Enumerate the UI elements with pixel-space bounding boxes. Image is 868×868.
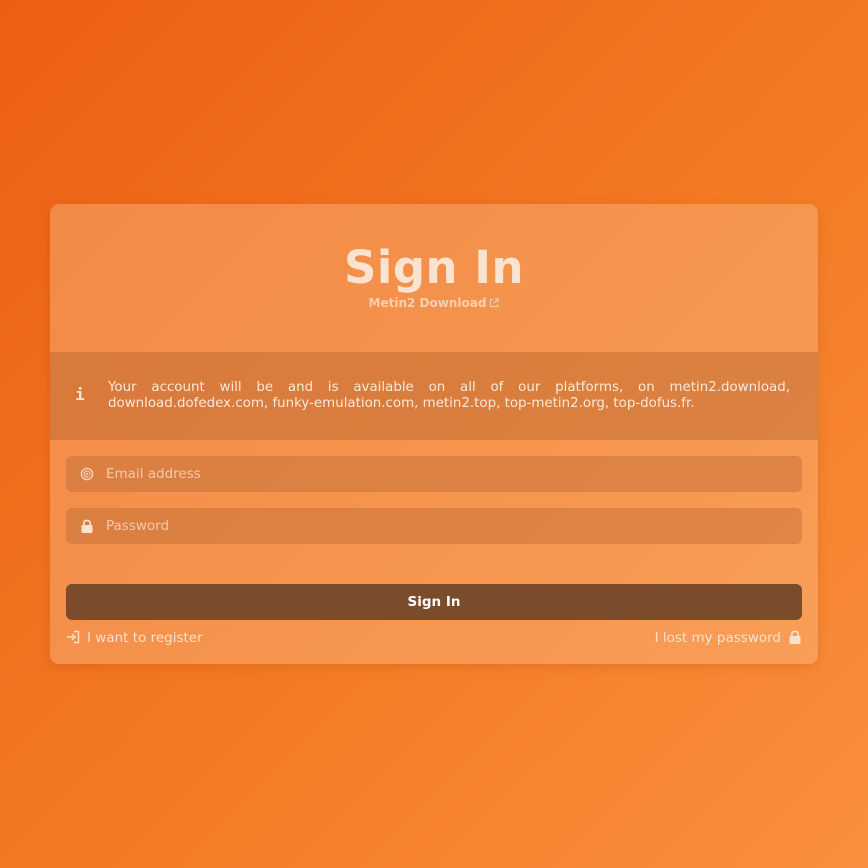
register-link-label: I want to register [87,630,203,646]
sign-in-card: Sign In Metin2 Download i Your account w… [50,204,818,664]
register-link[interactable]: I want to register [66,630,203,646]
info-notice: i Your account will be and is available … [50,352,818,440]
sign-in-icon [67,630,80,644]
lock-icon [789,630,801,644]
info-icon: i [75,385,85,404]
download-link-label: Metin2 Download [368,296,487,310]
notice-text: Your account will be and is available on… [108,380,790,411]
email-field[interactable] [66,456,802,492]
lost-password-link-label: I lost my password [654,630,781,646]
sign-in-button[interactable]: Sign In [66,584,802,620]
lost-password-link[interactable]: I lost my password [655,630,802,646]
download-link[interactable]: Metin2 Download [50,295,818,311]
password-field[interactable] [66,508,802,544]
lock-icon [81,519,93,533]
email-input[interactable] [106,456,786,492]
at-icon [80,467,94,481]
page-title: Sign In [343,241,525,294]
external-link-icon [490,298,499,308]
password-input[interactable] [106,508,786,544]
card-header: Sign In Metin2 Download [50,204,818,352]
